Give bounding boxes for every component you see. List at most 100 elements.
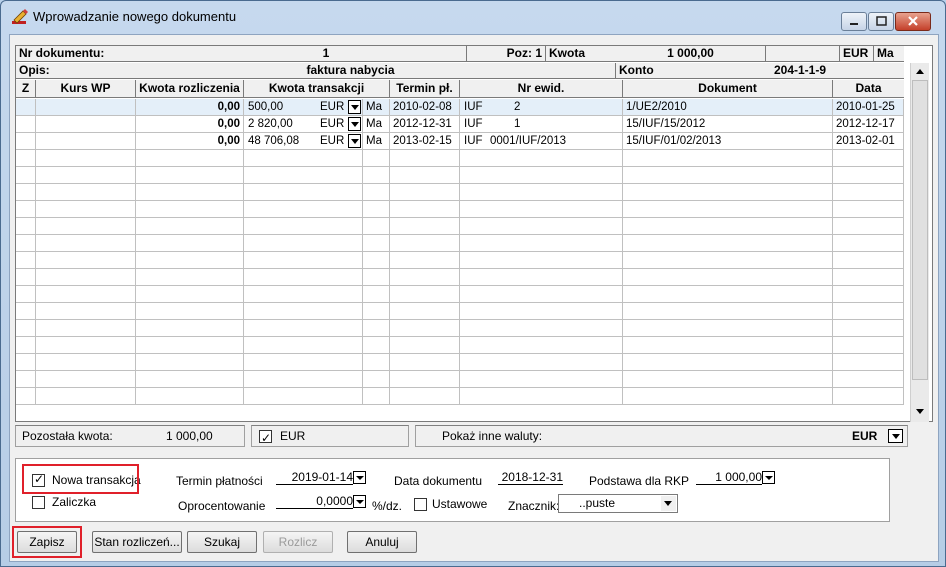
table-cell[interactable] [460,303,623,320]
col-kwota-transakcji[interactable]: Kwota transakcji [244,80,390,98]
table-cell[interactable] [244,388,390,405]
table-cell[interactable] [136,388,244,405]
stan-rozliczen-button[interactable]: Stan rozliczeń... [92,531,182,553]
scroll-thumb[interactable] [912,80,928,380]
table-cell[interactable] [36,99,136,116]
table-cell[interactable] [390,184,460,201]
table-cell[interactable] [623,167,833,184]
oprocentowanie-field[interactable]: 0,0000 [276,494,353,509]
table-cell[interactable] [460,286,623,303]
table-cell[interactable] [390,388,460,405]
table-row[interactable] [16,337,904,354]
table-cell[interactable] [460,218,623,235]
table-cell[interactable] [16,286,36,303]
zaliczka-checkbox[interactable] [32,496,45,509]
table-cell[interactable] [36,235,136,252]
table-cell[interactable] [390,286,460,303]
chevron-down-icon[interactable] [661,496,676,511]
table-row[interactable] [16,218,904,235]
table-cell[interactable] [16,354,36,371]
table-cell[interactable] [833,184,904,201]
table-row[interactable] [16,303,904,320]
table-row[interactable] [16,388,904,405]
table-cell[interactable] [833,371,904,388]
table-cell[interactable] [623,354,833,371]
maximize-button[interactable] [868,12,894,31]
table-row[interactable] [16,235,904,252]
eur-checkbox[interactable] [259,428,272,448]
table-row[interactable] [16,371,904,388]
table-cell[interactable] [244,371,390,388]
table-cell[interactable] [623,303,833,320]
table-cell[interactable] [136,371,244,388]
table-row[interactable] [16,286,904,303]
table-cell[interactable] [36,133,136,150]
table-cell[interactable] [623,371,833,388]
table-cell[interactable] [623,286,833,303]
table-cell[interactable] [16,337,36,354]
table-cell[interactable]: 2013-02-01 [833,133,904,150]
table-cell[interactable] [16,235,36,252]
table-cell[interactable] [244,337,390,354]
table-cell[interactable]: 0,00 [136,116,244,133]
podstawa-rkp-dropdown[interactable] [762,471,775,484]
szukaj-button[interactable]: Szukaj [187,531,257,553]
table-cell[interactable] [136,337,244,354]
other-currency-dropdown[interactable] [888,429,903,443]
table-cell[interactable] [36,337,136,354]
table-cell[interactable] [390,150,460,167]
podstawa-rkp-field[interactable]: 1 000,00 [696,470,762,485]
scroll-up-icon[interactable] [913,65,927,79]
table-cell[interactable] [833,354,904,371]
table-cell[interactable] [460,371,623,388]
table-cell[interactable] [244,303,390,320]
table-cell[interactable] [460,252,623,269]
table-cell[interactable] [16,320,36,337]
table-cell[interactable] [460,184,623,201]
table-cell[interactable]: 2010-02-08 [390,99,460,116]
table-cell[interactable] [244,218,390,235]
table-cell[interactable] [244,167,390,184]
table-cell[interactable] [833,269,904,286]
table-cell[interactable] [833,201,904,218]
table-cell[interactable] [36,252,136,269]
anuluj-button[interactable]: Anuluj [347,531,417,553]
table-cell[interactable] [16,371,36,388]
table-cell[interactable] [460,320,623,337]
table-cell[interactable] [136,218,244,235]
table-cell[interactable] [244,354,390,371]
table-cell[interactable] [623,269,833,286]
table-cell[interactable] [390,167,460,184]
table-cell[interactable] [833,235,904,252]
table-cell[interactable] [16,167,36,184]
table-cell[interactable]: 2010-01-25 [833,99,904,116]
col-z[interactable]: Z [16,80,36,98]
table-cell[interactable] [623,252,833,269]
table-cell[interactable] [16,184,36,201]
table-cell[interactable] [833,150,904,167]
table-cell[interactable]: 15/IUF/01/02/2013 [623,133,833,150]
table-cell[interactable] [460,354,623,371]
table-cell[interactable] [244,252,390,269]
table-row[interactable] [16,354,904,371]
col-kwota-rozliczenia[interactable]: Kwota rozliczenia [136,80,244,98]
table-cell[interactable]: 2012-12-17 [833,116,904,133]
table-cell[interactable] [16,150,36,167]
table-cell[interactable] [623,320,833,337]
table-cell[interactable]: IUF 2 [460,99,623,116]
table-cell[interactable] [36,269,136,286]
table-cell[interactable] [136,235,244,252]
table-cell[interactable] [16,116,36,133]
table-cell[interactable] [244,286,390,303]
table-cell[interactable] [16,201,36,218]
table-cell[interactable] [136,286,244,303]
table-cell[interactable] [36,388,136,405]
minimize-button[interactable] [841,12,867,31]
table-cell[interactable] [833,286,904,303]
table-cell[interactable] [623,184,833,201]
table-cell[interactable] [390,354,460,371]
table-row[interactable] [16,167,904,184]
table-row[interactable] [16,201,904,218]
table-cell[interactable]: 2013-02-15 [390,133,460,150]
table-cell[interactable] [460,388,623,405]
